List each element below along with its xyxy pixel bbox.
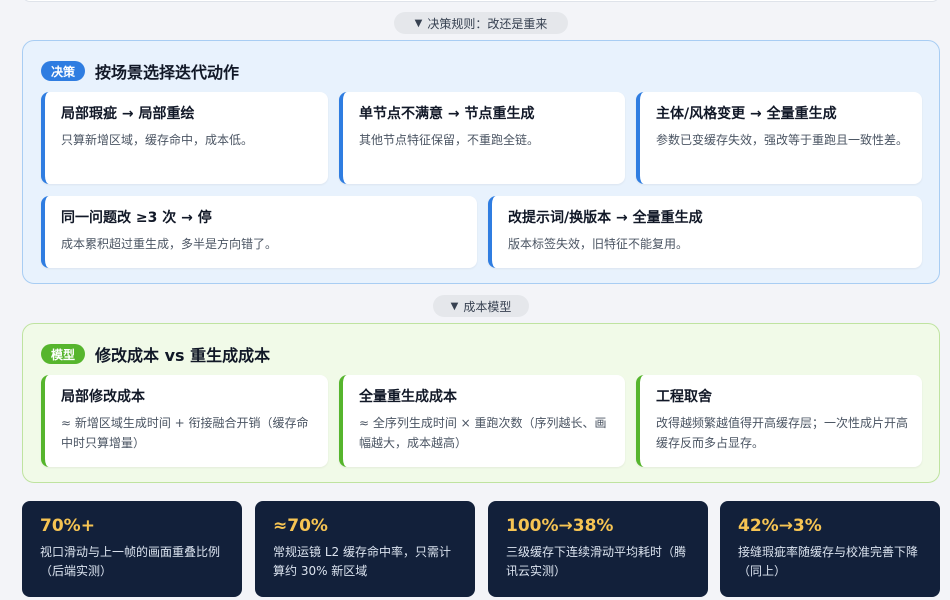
cost-panel: 模型 修改成本 vs 重生成成本 局部修改成本 ≈ 新增区域生成时间 + 衔接融…	[22, 323, 940, 483]
decision-card: 局部瑕疵 → 局部重绘 只算新增区域，缓存命中，成本低。	[41, 92, 328, 184]
cost-card-desc: ≈ 全序列生成时间 × 重跑次数（序列越长、画幅越大，成本越高）	[359, 416, 607, 450]
decision-card: 同一问题改 ≥3 次 → 停 成本累积超过重生成，多半是方向错了。	[41, 196, 477, 268]
cost-section-toggle[interactable]: ▼ 成本模型	[433, 295, 529, 317]
stat-value: 70%+	[40, 516, 95, 536]
cost-card: 全量重生成成本 ≈ 全序列生成时间 × 重跑次数（序列越长、画幅越大，成本越高）	[339, 375, 625, 467]
cost-section-label: 成本模型	[463, 299, 512, 314]
decision-card-desc: 参数已变缓存失效，强改等于重跑且一致性差。	[656, 133, 909, 147]
stat-card: 70%+ 视口滑动与上一帧的画面重叠比例（后端实测）	[22, 501, 242, 597]
stat-value: 42%→3%	[738, 516, 822, 536]
stat-card: ≈70% 常规运镜 L2 缓存命中率，只需计算约 30% 新区域	[255, 501, 475, 597]
decision-card: 单节点不满意 → 节点重生成 其他节点特征保留，不重跑全链。	[339, 92, 625, 184]
triangle-down-icon: ▼	[414, 17, 423, 29]
cost-card: 工程取舍 改得越频繁越值得开高缓存层；一次性成片开高缓存反而多占显存。	[636, 375, 922, 467]
decision-panel-header: 决策 按场景选择迭代动作	[41, 59, 239, 83]
stat-card: 100%→38% 三级缓存下连续滑动平均耗时（腾讯云实测）	[488, 501, 708, 597]
stat-label: 接缝瑕疵率随缓存与校准完善下降（同上）	[738, 545, 919, 578]
triangle-down-icon: ▼	[450, 300, 459, 312]
decision-panel-title: 按场景选择迭代动作	[95, 63, 240, 82]
decision-card-desc: 成本累积超过重生成，多半是方向错了。	[61, 237, 278, 251]
cost-panel-title: 修改成本 vs 重生成成本	[95, 346, 271, 365]
cost-card-desc: 改得越频繁越值得开高缓存层；一次性成片开高缓存反而多占显存。	[656, 416, 909, 450]
decision-card-desc: 只算新增区域，缓存命中，成本低。	[61, 133, 254, 147]
decision-section-label: 决策规则：改还是重来	[427, 16, 548, 31]
cost-card-desc: ≈ 新增区域生成时间 + 衔接融合开销（缓存命中时只算增量）	[61, 416, 309, 450]
decision-badge: 决策	[41, 61, 86, 81]
stat-label: 三级缓存下连续滑动平均耗时（腾讯云实测）	[506, 545, 687, 578]
cost-card-title: 局部修改成本	[61, 389, 145, 405]
stat-card: 42%→3% 接缝瑕疵率随缓存与校准完善下降（同上）	[720, 501, 940, 597]
decision-card-desc: 其他节点特征保留，不重跑全链。	[359, 133, 540, 147]
decision-card-desc: 版本标签失效，旧特征不能复用。	[508, 237, 689, 251]
decision-card-title: 主体/风格变更 → 全量重生成	[656, 106, 837, 122]
decision-card: 主体/风格变更 → 全量重生成 参数已变缓存失效，强改等于重跑且一致性差。	[636, 92, 922, 184]
decision-section-toggle[interactable]: ▼ 决策规则：改还是重来	[394, 12, 568, 34]
stat-value: ≈70%	[273, 516, 328, 536]
cost-card-title: 工程取舍	[656, 389, 712, 405]
decision-card: 改提示词/换版本 → 全量重生成 版本标签失效，旧特征不能复用。	[488, 196, 922, 268]
decision-card-title: 改提示词/换版本 → 全量重生成	[508, 210, 703, 226]
cost-card: 局部修改成本 ≈ 新增区域生成时间 + 衔接融合开销（缓存命中时只算增量）	[41, 375, 328, 467]
decision-card-title: 同一问题改 ≥3 次 → 停	[61, 210, 212, 226]
top-section-edge	[22, 0, 940, 2]
decision-card-title: 单节点不满意 → 节点重生成	[359, 106, 535, 122]
stat-value: 100%→38%	[506, 516, 614, 536]
cost-card-title: 全量重生成成本	[359, 389, 457, 405]
stat-label: 视口滑动与上一帧的画面重叠比例（后端实测）	[40, 545, 221, 578]
decision-panel: 决策 按场景选择迭代动作 局部瑕疵 → 局部重绘 只算新增区域，缓存命中，成本低…	[22, 40, 940, 284]
cost-badge: 模型	[41, 344, 86, 364]
cost-panel-header: 模型 修改成本 vs 重生成成本	[41, 342, 270, 366]
stat-label: 常规运镜 L2 缓存命中率，只需计算约 30% 新区域	[273, 545, 451, 578]
decision-card-title: 局部瑕疵 → 局部重绘	[61, 106, 195, 122]
